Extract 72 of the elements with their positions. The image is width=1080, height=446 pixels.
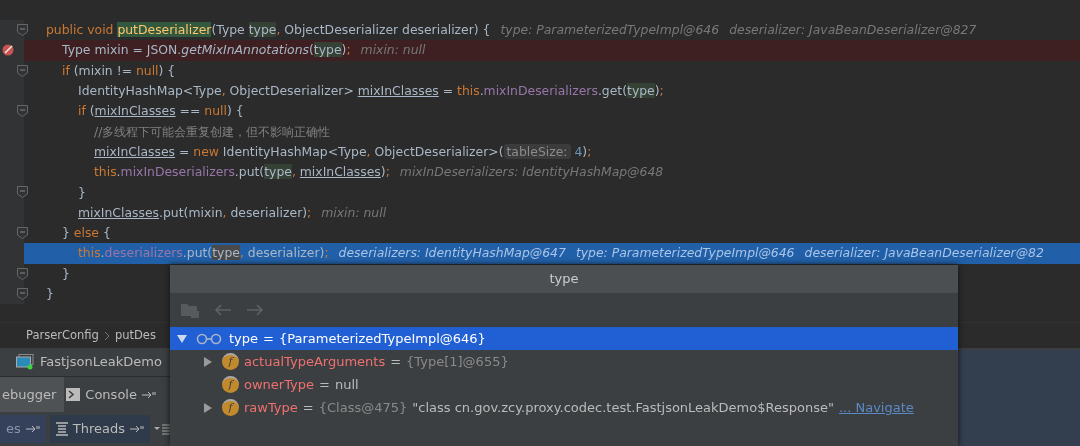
collapsed-triangle-icon[interactable] xyxy=(202,355,214,368)
inline-debug-value: mixin: null xyxy=(321,203,387,222)
popup-title: type xyxy=(170,265,958,293)
fold-icon[interactable] xyxy=(17,226,28,239)
debug-tab[interactable]: ebugger xyxy=(0,377,65,412)
forward-arrow-icon[interactable] xyxy=(246,304,264,316)
equals-sign: = xyxy=(319,375,330,394)
code-line: public void putDeserializer(Type type, ObjectDeserializer deserializer) { xyxy=(46,21,491,40)
equals-sign: = xyxy=(302,398,314,417)
object-reference: {Class@475} xyxy=(318,398,408,417)
pin-arrow-icon xyxy=(141,390,156,399)
inline-debug-value: mixInDeserializers: IdentityHashMap@648 xyxy=(399,162,664,181)
threads-icon xyxy=(55,422,68,436)
pin-arrow-icon xyxy=(25,425,40,433)
glasses-icon xyxy=(196,332,224,345)
variable-value: null xyxy=(334,375,359,394)
fold-icon[interactable] xyxy=(17,287,28,300)
field-icon: f xyxy=(222,353,239,370)
window-icon xyxy=(16,354,34,370)
code-line: IdentityHashMap<Type, ObjectDeserializer> mixInClasses = this.mixInDeserializers.get(type); xyxy=(78,82,664,101)
breakpoint-icon xyxy=(2,44,14,57)
code-line: } xyxy=(62,264,70,283)
code-line: if (mixInClasses == null) { xyxy=(78,102,244,121)
pin-arrow-icon xyxy=(130,425,144,433)
equals-sign: = xyxy=(263,329,274,348)
code-line: } else { xyxy=(62,224,111,243)
variable-value: {ParameterizedTypeImpl@646} xyxy=(278,329,486,348)
field-icon: f xyxy=(222,399,239,416)
collapsed-triangle-icon[interactable] xyxy=(202,401,214,414)
debugger-subtab[interactable]: Threads xyxy=(49,415,150,443)
equals-sign: = xyxy=(390,352,402,371)
variable-name: type xyxy=(229,329,259,348)
back-arrow-icon[interactable] xyxy=(214,304,232,316)
inline-debug-value: deserializers: IdentityHashMap@647 xyxy=(338,244,566,263)
fold-icon[interactable] xyxy=(17,186,28,199)
inline-debug-value: type: ParameterizedTypeImpl@646 xyxy=(500,20,720,39)
code-line: } xyxy=(78,183,86,202)
expanded-triangle-icon[interactable] xyxy=(176,332,188,345)
fold-icon[interactable] xyxy=(17,267,28,280)
code-line: mixInClasses.put(mixin, deserializer); xyxy=(78,203,312,222)
fold-icon[interactable] xyxy=(17,105,28,118)
inline-debug-value: deserializer: JavaBeanDeserializer@82 xyxy=(804,244,1044,263)
code-line: if (mixin != null) { xyxy=(62,61,176,80)
fold-icon[interactable] xyxy=(17,24,28,36)
run-config-title[interactable]: FastjsonLeakDemo xyxy=(40,352,162,372)
chevron-icon xyxy=(103,330,110,341)
folder-icon[interactable] xyxy=(180,301,200,319)
code-line: //多线程下可能会重复创建，但不影响正确性 xyxy=(94,122,331,141)
object-reference: {Type[1]@655} xyxy=(406,352,509,371)
tree-row[interactable]: f actualTypeArguments = {Type[1]@655} xyxy=(170,350,958,373)
inline-debug-value: deserializer: JavaBeanDeserializer@827 xyxy=(729,20,977,39)
tree-row[interactable]: f rawType = {Class@475} "class cn.gov.zcy.proxy.codec.test.FastjsonLeakDemo$Response" ... Navigate xyxy=(170,396,958,419)
variable-name: ownerType xyxy=(244,375,315,394)
console-icon xyxy=(66,388,81,401)
debugger-subtab[interactable]: es xyxy=(0,415,46,443)
code-line: mixInClasses = new IdentityHashMap<Type, ObjectDeserializer>( tableSize: 4); xyxy=(94,142,592,161)
field-icon: f xyxy=(222,376,239,393)
code-line: Type mixin = JSON.getMixInAnnotations(type); xyxy=(62,41,351,60)
variable-name: actualTypeArguments xyxy=(244,352,386,371)
tree-row[interactable]: f ownerType = null xyxy=(170,373,958,396)
code-line: this.mixInDeserializers.put(type, mixInClasses); xyxy=(94,163,390,182)
code-line: } xyxy=(46,285,54,303)
tree-row[interactable]: type = {ParameterizedTypeImpl@646} xyxy=(170,327,958,350)
breadcrumb-item[interactable]: putDes xyxy=(114,326,156,345)
navigate-link[interactable]: ... Navigate xyxy=(838,397,914,418)
debug-tab[interactable]: Console xyxy=(64,377,164,412)
inline-debug-value: mixin: null xyxy=(360,41,426,60)
breadcrumb-item[interactable]: ParserConfig xyxy=(26,326,99,345)
variable-value: "class cn.gov.zcy.proxy.codec.test.FastjsonLeakDemo$Response" xyxy=(412,398,834,417)
inline-debug-value: type: ParameterizedTypeImpl@646 xyxy=(575,244,795,263)
fold-icon[interactable] xyxy=(17,64,28,77)
variable-name: rawType xyxy=(244,398,298,417)
